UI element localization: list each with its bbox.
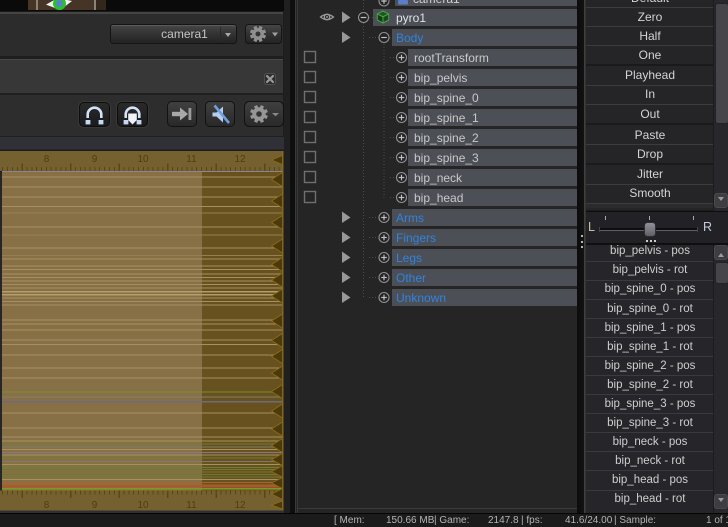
- svg-text:10: 10: [137, 154, 149, 165]
- svg-text:11: 11: [186, 154, 197, 165]
- svg-text:12: 12: [234, 154, 246, 165]
- svg-text:9: 9: [92, 154, 98, 165]
- svg-text:8: 8: [44, 500, 50, 511]
- svg-text:11: 11: [186, 500, 197, 511]
- svg-text:9: 9: [92, 500, 98, 511]
- svg-text:12: 12: [234, 500, 246, 511]
- svg-text:10: 10: [137, 500, 149, 511]
- svg-text:8: 8: [44, 154, 50, 165]
